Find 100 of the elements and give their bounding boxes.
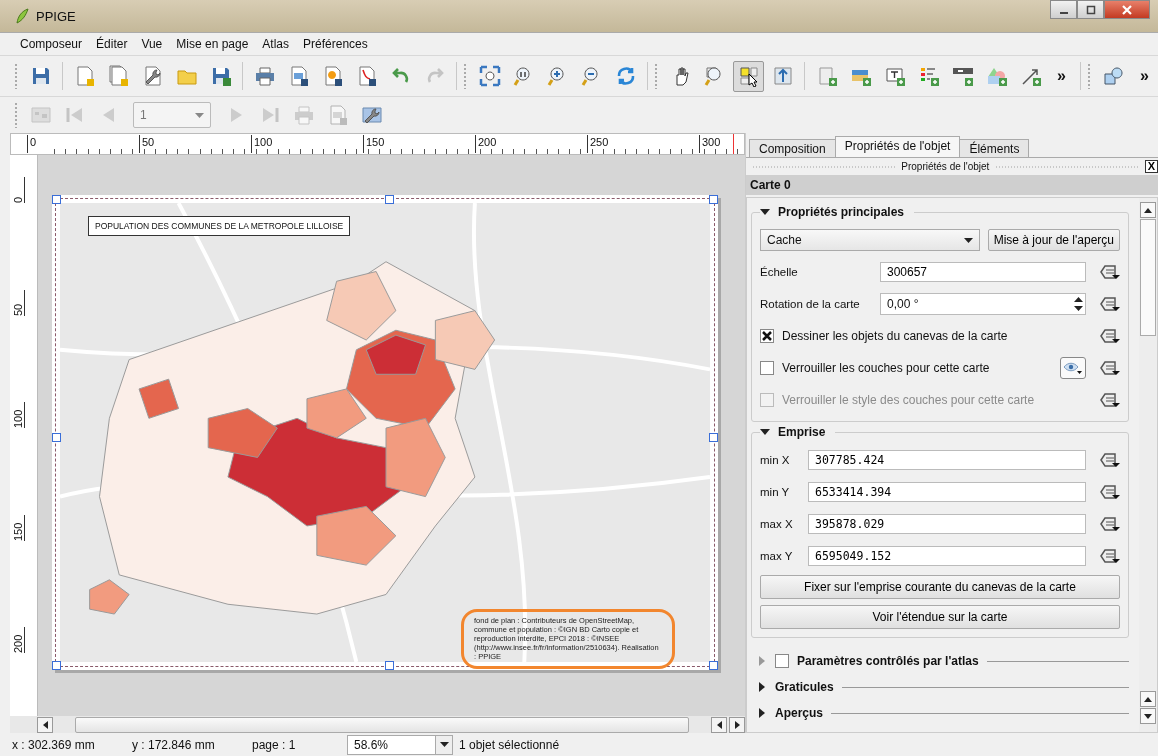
checkbox[interactable] [760, 329, 774, 343]
scroll-left-button[interactable] [711, 716, 727, 733]
cursor-x-readout: x : 302.369 mm [12, 737, 96, 752]
leaf-icon [14, 8, 30, 24]
scale-field[interactable]: 300657 [880, 262, 1086, 282]
toolbar-overflow[interactable]: » [1131, 67, 1157, 85]
scrollbar-thumb[interactable] [75, 716, 689, 733]
expand-icon[interactable] [757, 682, 767, 692]
data-defined-icon[interactable] [1098, 452, 1120, 468]
page-readout: page : 1 [252, 737, 297, 752]
selection-handle[interactable] [385, 195, 394, 204]
ruler-label: 150 [363, 135, 385, 153]
dock-close-button[interactable]: X [1144, 160, 1158, 173]
layer-preset-button[interactable] [1060, 357, 1086, 379]
minimize-button[interactable] [1050, 0, 1077, 19]
field-label: Échelle [760, 266, 799, 278]
collapse-icon[interactable] [760, 427, 770, 437]
scroll-up-button[interactable] [1140, 691, 1156, 707]
rotation-field[interactable]: 0,00 ° [880, 293, 1086, 315]
duplicate-page-icon [107, 65, 130, 87]
panel-tab[interactable]: Éléments [959, 139, 1030, 157]
select-button[interactable] [733, 60, 764, 92]
restore-button[interactable] [1077, 0, 1104, 19]
group-title[interactable]: Aperçus [775, 706, 824, 720]
edit-nodes-icon [1102, 65, 1125, 87]
selection-handle[interactable] [52, 432, 61, 442]
ruler-label: 0 [27, 135, 37, 153]
cursor-y-readout: y : 172.846 mm [132, 737, 216, 752]
field-label: min Y [760, 486, 791, 498]
atlas-settings-icon [360, 104, 383, 126]
selection-handle[interactable] [385, 661, 394, 670]
panel-tab[interactable]: Propriétés de l'objet [834, 136, 961, 157]
selection-status: 1 objet sélectionné [459, 737, 560, 752]
eye-icon [1063, 361, 1083, 375]
selection-handle[interactable] [52, 661, 61, 670]
data-defined-icon[interactable] [1098, 264, 1120, 280]
field-label: max Y [760, 550, 794, 562]
left-arrow-icon [42, 720, 48, 729]
extent-field[interactable]: 6533414.394 [808, 482, 1086, 502]
panel-tab[interactable]: Composition [749, 139, 836, 157]
menu-item[interactable]: Composeur [14, 35, 89, 53]
group-title: Emprise [778, 425, 826, 439]
menu-item[interactable]: Vue [135, 35, 169, 53]
up-arrow-icon [1144, 207, 1152, 213]
field-label: min X [760, 454, 791, 466]
data-defined-icon[interactable] [1098, 296, 1120, 312]
spin-arrows-icon [1074, 296, 1083, 312]
menu-item[interactable]: Préférences [297, 35, 374, 53]
left-arrow-icon [716, 720, 722, 729]
data-defined-icon[interactable] [1098, 360, 1120, 376]
close-button[interactable] [1104, 0, 1150, 19]
minimize-icon [1059, 11, 1068, 14]
menu-item[interactable]: Mise en page [170, 35, 255, 53]
close-icon [1121, 4, 1133, 15]
expand-icon[interactable] [757, 708, 767, 718]
group-title[interactable]: Paramètres contrôlés par l'atlas [797, 654, 979, 668]
menu-item[interactable]: Atlas [256, 35, 296, 53]
group-title[interactable]: Graticules [775, 680, 834, 694]
scroll-left-button[interactable] [37, 716, 53, 733]
checkbox[interactable] [760, 361, 774, 375]
cache-mode-dropdown[interactable]: Cache [760, 229, 980, 251]
field-label: max X [760, 518, 794, 530]
printer-icon [292, 104, 315, 126]
up-arrow-icon [1144, 696, 1152, 702]
update-preview-button[interactable]: Mise à jour de l'aperçu [987, 229, 1120, 251]
dropdown-arrow-icon [963, 237, 973, 243]
data-defined-icon[interactable] [1098, 484, 1120, 500]
extent-button[interactable]: Fixer sur l'emprise courante du canevas de la carte [760, 575, 1120, 599]
collapse-icon[interactable] [760, 207, 770, 217]
ruler-label: 200 [475, 135, 497, 153]
ruler-label: 200 [12, 627, 25, 653]
selection-handle[interactable] [709, 432, 718, 442]
ruler-label: 50 [139, 135, 155, 153]
ruler-label: 100 [12, 402, 25, 428]
data-defined-icon[interactable] [1098, 392, 1120, 408]
extent-button[interactable]: Voir l'étendue sur la carte [760, 605, 1120, 629]
data-defined-icon[interactable] [1098, 548, 1120, 564]
data-defined-icon[interactable] [1098, 328, 1120, 344]
data-defined-icon[interactable] [1098, 516, 1120, 532]
selection-handle[interactable] [709, 195, 718, 204]
zoom-combo[interactable]: 58.6% [347, 734, 453, 755]
checkbox-label: Dessiner les objets du canevas de la carte [782, 329, 1009, 343]
toolbar-overflow[interactable]: » [1049, 67, 1074, 85]
scroll-right-button[interactable] [729, 716, 745, 733]
extent-field[interactable]: 6595049.152 [808, 546, 1086, 566]
dock-title: Propriétés de l'objet [901, 161, 990, 172]
menu-item[interactable]: Éditer [90, 35, 134, 53]
extent-field[interactable]: 395878.029 [808, 514, 1086, 534]
page-number-combo[interactable]: 1 [133, 102, 211, 128]
scroll-up-button[interactable] [1140, 202, 1156, 218]
down-arrow-icon [1144, 713, 1152, 719]
scrollbar-thumb[interactable] [1140, 219, 1156, 336]
select-icon [737, 65, 760, 87]
extent-field[interactable]: 307785.424 [808, 450, 1086, 470]
checkbox-label: Verrouiller le style des couches pour cette carte [782, 393, 1036, 407]
selection-handle[interactable] [709, 661, 718, 670]
scroll-down-button[interactable] [1140, 708, 1156, 724]
selection-handle[interactable] [52, 195, 61, 204]
printer-icon [253, 65, 276, 87]
checkbox[interactable] [775, 654, 789, 668]
